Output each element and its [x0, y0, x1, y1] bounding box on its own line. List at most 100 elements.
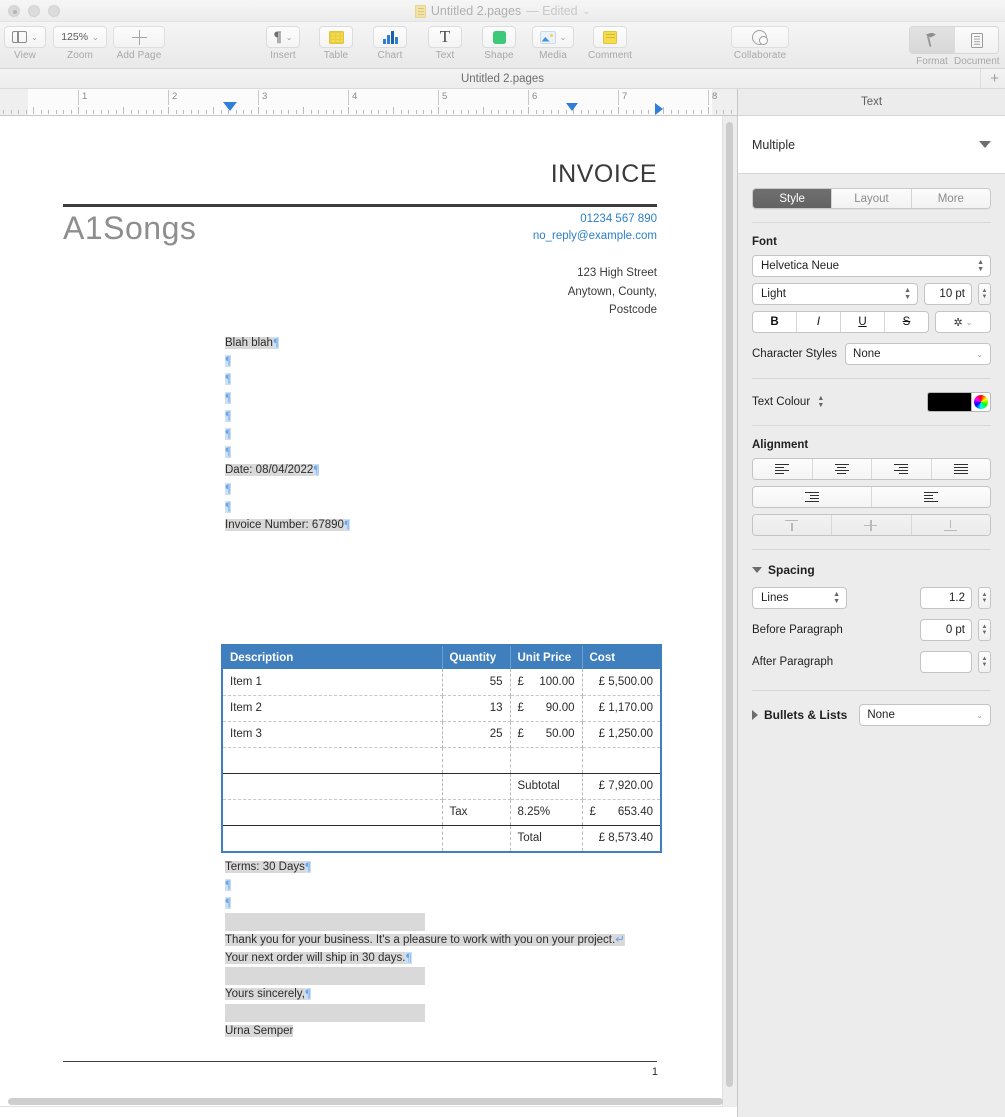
right-indent-marker[interactable]: [566, 103, 578, 111]
cell-tax-label[interactable]: Tax: [442, 799, 511, 826]
decrease-indent-button[interactable]: [753, 487, 871, 507]
cell-subtotal-label[interactable]: Subtotal: [510, 772, 583, 800]
align-bottom-button[interactable]: [910, 515, 990, 535]
cell-quantity[interactable]: 55: [442, 669, 511, 696]
cell-unit-price[interactable]: £50.00: [510, 721, 583, 748]
first-line-indent-marker[interactable]: [223, 102, 237, 111]
cell-total-value[interactable]: £ 8,573.40: [582, 824, 660, 851]
cell-description[interactable]: [223, 747, 443, 774]
align-center-button[interactable]: [811, 459, 871, 479]
text-colour-well[interactable]: [927, 392, 991, 412]
cell-empty[interactable]: [223, 772, 443, 800]
toolbar-button-add-page[interactable]: Add Page: [113, 26, 165, 61]
cell-cost[interactable]: £ 5,500.00: [582, 669, 660, 696]
cell-tax-rate[interactable]: 8.25%: [510, 799, 583, 826]
cell-quantity[interactable]: 13: [442, 695, 511, 722]
toolbar-button-table[interactable]: Table: [317, 26, 355, 61]
cell-quantity[interactable]: [442, 747, 511, 774]
tab-layout[interactable]: Layout: [831, 189, 911, 208]
toolbar-button-chart[interactable]: Chart: [371, 26, 409, 61]
paragraph-style-popup[interactable]: Multiple: [738, 116, 1005, 174]
colour-wheel-button[interactable]: [971, 392, 991, 412]
table-row[interactable]: [223, 747, 660, 774]
font-size-field[interactable]: 10 pt: [924, 283, 972, 305]
column-header-unit-price[interactable]: Unit Price: [510, 646, 583, 669]
strikethrough-button[interactable]: S: [884, 312, 928, 332]
toolbar-button-text[interactable]: T Text: [426, 26, 464, 61]
cell-unit-price[interactable]: [510, 747, 583, 774]
align-left-button[interactable]: [753, 459, 812, 479]
column-header-cost[interactable]: Cost: [582, 646, 660, 669]
italic-button[interactable]: I: [796, 312, 840, 332]
cell-unit-price[interactable]: £90.00: [510, 695, 583, 722]
maximize-button[interactable]: [48, 4, 60, 17]
document-tab[interactable]: Untitled 2.pages: [461, 73, 544, 85]
cell-quantity[interactable]: 25: [442, 721, 511, 748]
cell-description[interactable]: Item 1: [223, 669, 443, 696]
vertical-scrollbar[interactable]: [726, 122, 733, 1087]
document-canvas[interactable]: INVOICE A1Songs 01234 567 890 no_reply@e…: [0, 116, 737, 1107]
table-row-tax[interactable]: Tax 8.25% £653.40: [223, 799, 660, 826]
line-spacing-mode-popup[interactable]: Lines ▲ ▼: [752, 587, 847, 609]
cell-empty[interactable]: [442, 772, 511, 800]
document-closing-text[interactable]: Terms: 30 Days¶ ¶ ¶ Thank you for your b…: [225, 858, 685, 1040]
table-row[interactable]: Item 1 55 £100.00 £ 5,500.00: [223, 669, 660, 696]
cell-description[interactable]: Item 2: [223, 695, 443, 722]
toolbar-button-collaborate[interactable]: + Collaborate: [728, 26, 792, 61]
increase-indent-button[interactable]: [871, 487, 990, 507]
close-button[interactable]: [8, 4, 20, 17]
after-paragraph-field[interactable]: [920, 651, 972, 673]
bold-button[interactable]: B: [753, 312, 796, 332]
triangle-right-icon[interactable]: [752, 710, 758, 720]
title-chevron-down-icon[interactable]: ⌄: [583, 6, 591, 17]
toolbar-button-view[interactable]: ⌄ View: [4, 26, 46, 61]
cell-tax-value[interactable]: £653.40: [582, 799, 660, 826]
table-row[interactable]: Item 2 13 £90.00 £ 1,170.00: [223, 695, 660, 722]
stepper-arrows-icon[interactable]: ▲ ▼: [817, 395, 824, 409]
before-paragraph-stepper[interactable]: ▲ ▼: [978, 619, 991, 641]
table-row-total[interactable]: Total £ 8,573.40: [223, 824, 660, 851]
tab-style[interactable]: Style: [753, 189, 832, 208]
format-inspector-button[interactable]: [910, 27, 954, 53]
cell-unit-price[interactable]: £100.00: [510, 669, 583, 696]
tab-more[interactable]: More: [910, 189, 990, 208]
line-spacing-field[interactable]: 1.2: [920, 587, 972, 609]
character-styles-popup[interactable]: None ⌄: [845, 343, 991, 365]
cell-cost[interactable]: £ 1,250.00: [582, 721, 660, 748]
before-paragraph-field[interactable]: 0 pt: [920, 619, 972, 641]
document-body-text[interactable]: Blah blah¶ ¶ ¶ ¶ ¶ ¶ ¶ Date: 08/04/2022¶…: [225, 334, 685, 534]
colour-swatch[interactable]: [927, 392, 971, 412]
align-middle-button[interactable]: [831, 515, 911, 535]
column-header-quantity[interactable]: Quantity: [442, 646, 511, 669]
cell-cost[interactable]: £ 1,170.00: [582, 695, 660, 722]
cell-empty[interactable]: [223, 799, 443, 826]
toolbar-button-zoom[interactable]: 125% ⌄ Zoom: [53, 26, 107, 61]
toolbar-button-insert[interactable]: ¶ ⌄ Insert: [262, 26, 304, 61]
underline-button[interactable]: U: [840, 312, 884, 332]
font-size-stepper[interactable]: ▲ ▼: [978, 283, 991, 305]
toolbar-button-comment[interactable]: Comment: [588, 26, 632, 61]
bullets-lists-popup[interactable]: None ⌄: [859, 704, 991, 726]
table-row-subtotal[interactable]: Subtotal £ 7,920.00: [223, 772, 660, 800]
cell-description[interactable]: Item 3: [223, 721, 443, 748]
phone-number[interactable]: 01234 567 890: [533, 211, 657, 228]
tab-stop-marker[interactable]: [655, 103, 663, 115]
invoice-table[interactable]: Description Quantity Unit Price Cost Ite…: [223, 646, 660, 851]
align-top-button[interactable]: [753, 515, 832, 535]
email-address[interactable]: no_reply@example.com: [533, 228, 657, 245]
line-spacing-stepper[interactable]: ▲ ▼: [978, 587, 991, 609]
toolbar-button-media[interactable]: ⌄ Media: [529, 26, 577, 61]
horizontal-scrollbar[interactable]: [8, 1098, 723, 1105]
minimize-button[interactable]: [28, 4, 40, 17]
align-right-button[interactable]: [871, 459, 931, 479]
column-header-description[interactable]: Description: [223, 646, 443, 669]
table-row[interactable]: Item 3 25 £50.00 £ 1,250.00: [223, 721, 660, 748]
document-page[interactable]: INVOICE A1Songs 01234 567 890 no_reply@e…: [0, 116, 722, 1106]
cell-empty[interactable]: [223, 824, 443, 851]
new-tab-button[interactable]: +: [990, 71, 999, 86]
font-options-button[interactable]: ✲ ⌄: [935, 311, 991, 333]
toolbar-button-shape[interactable]: Shape: [480, 26, 518, 61]
cell-empty[interactable]: [442, 824, 511, 851]
after-paragraph-stepper[interactable]: ▲ ▼: [978, 651, 991, 673]
cell-subtotal-value[interactable]: £ 7,920.00: [582, 772, 660, 800]
